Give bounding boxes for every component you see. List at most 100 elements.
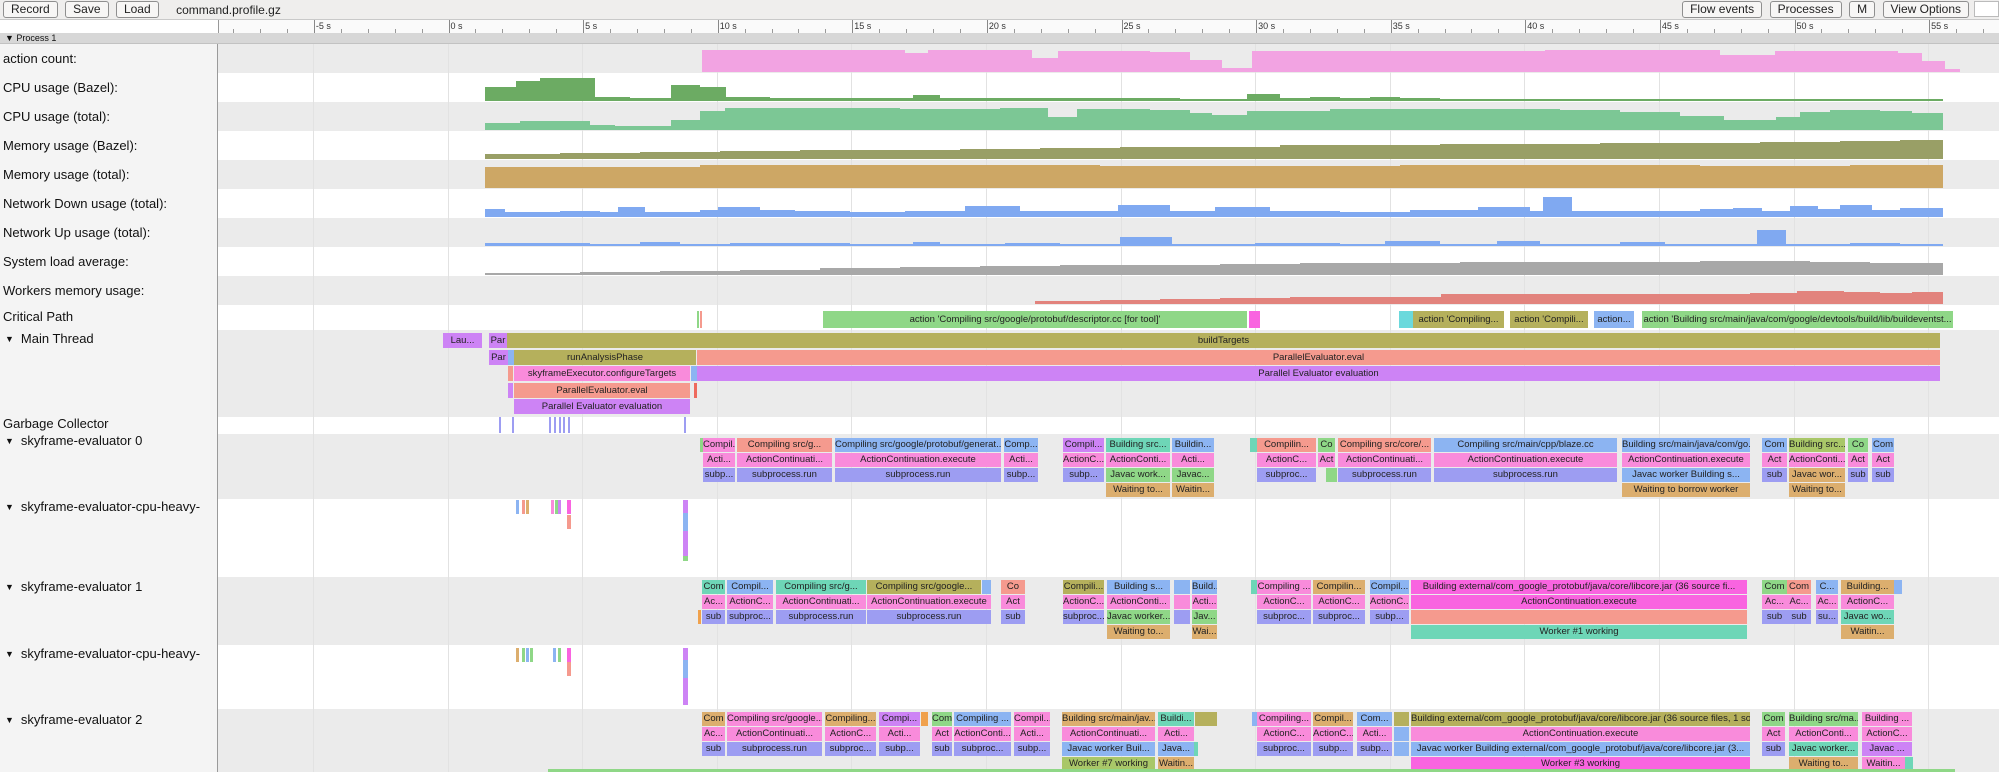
trace-span[interactable]: Act <box>1001 595 1025 609</box>
trace-span-sliver[interactable] <box>563 417 565 433</box>
trace-span[interactable]: ActionContinuati... <box>727 727 822 741</box>
sidebar-row-main-thread[interactable]: ▼Main Thread <box>0 331 94 347</box>
trace-span-sliver[interactable] <box>1399 311 1413 328</box>
trace-span[interactable]: sub <box>1762 610 1787 624</box>
trace-span[interactable]: Act <box>932 727 952 741</box>
trace-span[interactable]: Parallel Evaluator evaluation <box>514 399 690 414</box>
trace-span[interactable]: subp... <box>879 742 920 756</box>
trace-span-sliver[interactable] <box>1326 468 1337 482</box>
trace-span-sliver[interactable] <box>1394 727 1409 741</box>
trace-span-sliver[interactable] <box>694 383 697 398</box>
trace-span[interactable]: ActionContinuation.execute <box>835 453 1001 467</box>
trace-span[interactable]: subp... <box>1313 742 1353 756</box>
trace-span[interactable]: Waitin... <box>1841 625 1894 639</box>
trace-span[interactable]: Ac... <box>1787 595 1811 609</box>
trace-span[interactable]: subproc... <box>1257 468 1316 482</box>
trace-span-sliver[interactable] <box>1194 742 1198 756</box>
trace-span[interactable]: Act <box>1872 453 1894 467</box>
trace-span[interactable]: ActionConti... <box>954 727 1011 741</box>
trace-span[interactable]: subprocess.run <box>727 742 822 756</box>
trace-span[interactable]: Building external/com_google_protobuf/ja… <box>1411 712 1750 726</box>
counter-track-workers-memory-usage[interactable] <box>218 276 1999 305</box>
trace-span[interactable]: Building src/ma... <box>1789 712 1858 726</box>
trace-span-sliver[interactable] <box>508 383 513 398</box>
m-button[interactable]: M <box>1849 1 1875 18</box>
trace-span[interactable]: sub <box>932 742 952 756</box>
trace-span[interactable]: Co <box>1848 438 1868 452</box>
trace-span[interactable]: Compiling src/google... <box>867 580 981 594</box>
trace-span[interactable]: Compiling ... <box>1257 580 1311 594</box>
trace-span[interactable]: sub <box>702 742 725 756</box>
trace-span[interactable]: Building src/main/java/com/go... <box>1622 438 1750 452</box>
trace-span[interactable]: Act <box>1848 453 1868 467</box>
trace-span[interactable]: ParallelEvaluator.eval <box>514 383 690 398</box>
trace-span[interactable]: Acti... <box>1357 727 1392 741</box>
trace-span[interactable]: subprocess.run <box>776 610 866 624</box>
collapse-triangle-icon[interactable]: ▼ <box>5 499 14 515</box>
trace-span[interactable]: Javac worker Buil... <box>1062 742 1155 756</box>
trace-span[interactable]: Jav... <box>1192 610 1217 624</box>
trace-span[interactable]: sub <box>702 610 725 624</box>
trace-span-sliver[interactable] <box>683 556 688 561</box>
trace-span-sliver[interactable] <box>1174 595 1190 609</box>
trace-span[interactable]: subproc... <box>1063 610 1104 624</box>
trace-span-sliver[interactable] <box>1250 438 1257 452</box>
trace-span-sliver[interactable] <box>522 648 525 662</box>
trace-span-sliver[interactable] <box>568 417 570 433</box>
sidebar-row-skyframe-evaluator-2[interactable]: ▼skyframe-evaluator 2 <box>0 712 142 728</box>
sidebar-row-critical-path[interactable]: Critical Path <box>3 309 73 325</box>
trace-span[interactable]: Acti... <box>1014 727 1050 741</box>
trace-span[interactable]: Act <box>1762 453 1787 467</box>
trace-span-sliver[interactable] <box>516 500 519 514</box>
trace-span[interactable]: ActionContinuation.execute <box>867 595 991 609</box>
trace-span[interactable]: Java... <box>1158 742 1194 756</box>
trace-span-sliver[interactable] <box>1894 580 1902 594</box>
trace-span[interactable]: Compiling src/g... <box>737 438 832 452</box>
timeline-ruler[interactable]: -5 s0 s5 s10 s15 s20 s25 s30 s35 s40 s45… <box>218 20 1999 33</box>
trace-span[interactable]: subproc... <box>727 610 773 624</box>
trace-span[interactable]: Com <box>1762 580 1787 594</box>
sidebar-row-skyframe-evaluator-cpu-heavy[interactable]: ▼skyframe-evaluator-cpu-heavy- <box>0 646 200 662</box>
counter-track-memory-usage-total[interactable] <box>218 160 1999 189</box>
trace-span[interactable]: Compiling... <box>825 712 876 726</box>
trace-span[interactable]: Compiling... <box>1257 712 1311 726</box>
trace-span[interactable]: Parallel Evaluator evaluation <box>697 366 1940 381</box>
trace-span[interactable]: Javac ... <box>1862 742 1912 756</box>
trace-span[interactable]: Waiting to... <box>1107 625 1170 639</box>
trace-span[interactable]: action 'Compiling... <box>1413 311 1504 328</box>
counter-track-memory-usage-bazel[interactable] <box>218 131 1999 160</box>
trace-span[interactable]: buildTargets <box>507 333 1940 348</box>
trace-span[interactable]: ActionC... <box>1063 595 1104 609</box>
flow-events-button[interactable]: Flow events <box>1682 1 1762 18</box>
trace-span-sliver[interactable] <box>683 648 688 660</box>
trace-span[interactable]: Building src... <box>1106 438 1170 452</box>
trace-span[interactable]: Compiling src/g... <box>776 580 866 594</box>
trace-span-sliver[interactable] <box>516 648 519 662</box>
load-button[interactable]: Load <box>116 1 159 18</box>
trace-span-sliver[interactable] <box>567 500 571 514</box>
trace-span[interactable]: Compil... <box>703 438 735 452</box>
trace-span[interactable]: ActionC... <box>1257 727 1311 741</box>
trace-span[interactable]: Par <box>489 350 508 365</box>
trace-span[interactable]: ActionConti... <box>1107 595 1170 609</box>
trace-span[interactable]: sub <box>1762 742 1785 756</box>
trace-span[interactable]: ActionC... <box>1313 727 1353 741</box>
save-button[interactable]: Save <box>65 1 108 18</box>
counter-track-cpu-usage-total[interactable] <box>218 102 1999 131</box>
trace-span[interactable]: subproc... <box>954 742 1011 756</box>
trace-span[interactable]: ActionC... <box>1257 453 1316 467</box>
trace-span-sliver[interactable] <box>558 648 561 662</box>
trace-span-sliver[interactable] <box>559 417 561 433</box>
trace-span[interactable]: Javac work... <box>1106 468 1170 482</box>
trace-span[interactable]: subproc... <box>1257 610 1311 624</box>
trace-span[interactable]: Co <box>1318 438 1335 452</box>
trace-span[interactable]: ActionConti... <box>1789 453 1845 467</box>
trace-span[interactable]: subprocess.run <box>835 468 1001 482</box>
trace-span[interactable]: Compilin... <box>1257 438 1316 452</box>
trace-span[interactable]: Compil... <box>1370 580 1409 594</box>
trace-span-sliver[interactable] <box>1174 580 1190 594</box>
trace-span[interactable]: action 'Compili... <box>1510 311 1588 328</box>
collapse-triangle-icon[interactable]: ▼ <box>5 579 14 595</box>
trace-span[interactable]: Lau... <box>443 333 482 348</box>
trace-span[interactable]: ActionContinuation.execute <box>1411 595 1747 609</box>
